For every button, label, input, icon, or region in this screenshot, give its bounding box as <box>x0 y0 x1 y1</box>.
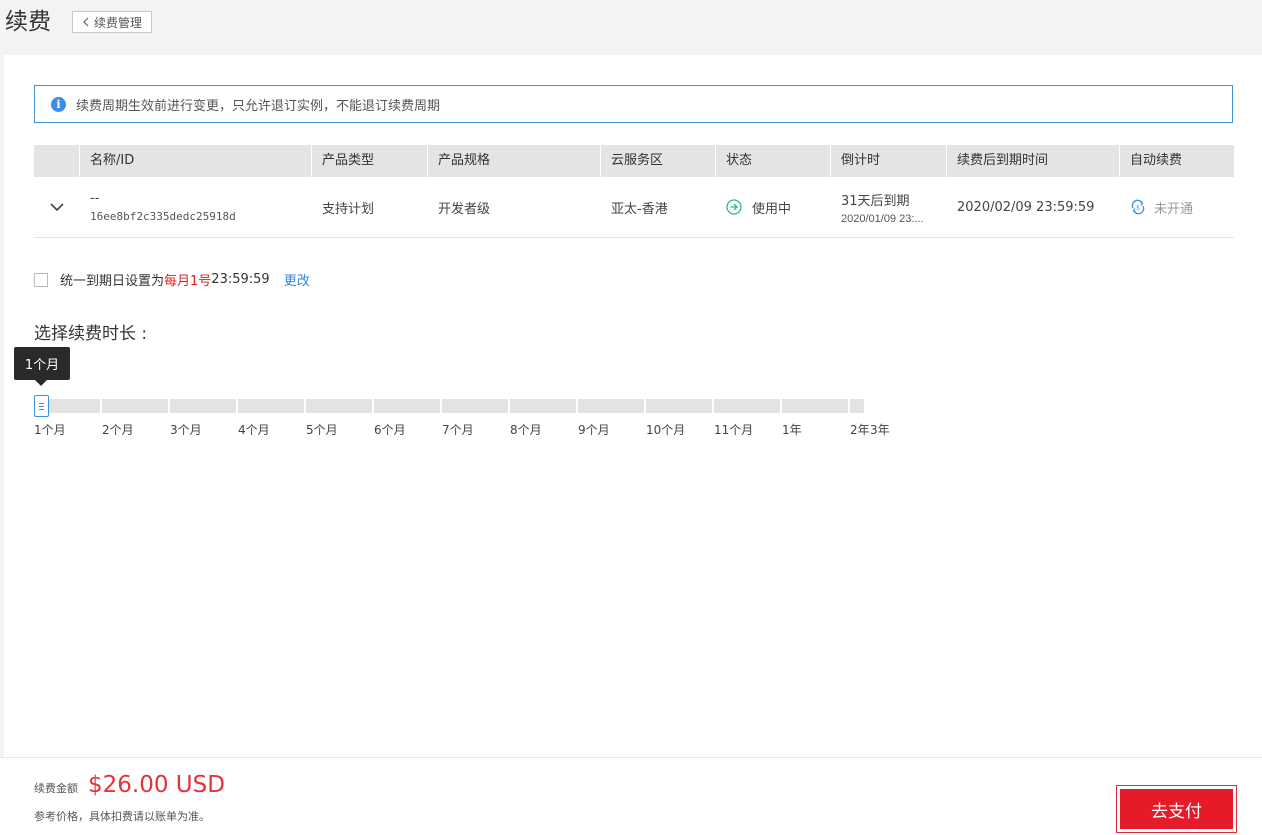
header-status: 状态 <box>716 145 831 177</box>
notice-banner: i 续费周期生效前进行变更，只允许退订实例，不能退订续费周期 <box>34 85 1233 123</box>
duration-option-label[interactable]: 8个月 <box>510 421 542 438</box>
slider-segment[interactable] <box>510 399 576 413</box>
table-header: 名称/ID 产品类型 产品规格 云服务区 状态 倒计时 续费后到期时间 自动续费 <box>34 145 1234 177</box>
duration-option-label[interactable]: 1年 <box>782 421 802 438</box>
slider-segment[interactable] <box>102 399 168 413</box>
unify-expire-date: 统一到期日设置为 每月1号 23:59:59 更改 <box>34 270 310 289</box>
header-product-type: 产品类型 <box>312 145 428 177</box>
duration-option-label[interactable]: 7个月 <box>442 421 474 438</box>
header-auto-renew: 自动续费 <box>1130 153 1183 168</box>
header-name-id: 名称/ID <box>80 145 312 177</box>
status-value: 使用中 <box>752 201 792 217</box>
product-type-value: 支持计划 <box>322 201 375 217</box>
unify-highlight: 每月1号 <box>164 274 212 289</box>
status-active-icon <box>726 199 742 215</box>
countdown-date: 2020/01/09 23:... <box>841 212 924 225</box>
spec-value: 开发者级 <box>438 201 491 217</box>
duration-option-label[interactable]: 6个月 <box>374 421 406 438</box>
slider-segment[interactable] <box>578 399 644 413</box>
cell-product-type: 支持计划 <box>312 177 428 237</box>
header-expire-after: 续费后到期时间 <box>947 145 1120 177</box>
back-button-label: 续费管理 <box>93 15 142 30</box>
footer-bar: 续费金额 $26.00 USD 参考价格，具体扣费请以账单为准。 去支付 <box>0 757 1262 835</box>
duration-title: 选择续费时长 : <box>34 324 148 344</box>
slider-segment[interactable] <box>306 399 372 413</box>
duration-tooltip: 1个月 <box>14 347 70 386</box>
cell-status: 使用中 <box>716 177 831 237</box>
auto-renew-value: 未开通 <box>1154 201 1194 217</box>
duration-slider[interactable] <box>34 395 934 417</box>
page-title: 续费 <box>5 9 51 35</box>
cell-spec: 开发者级 <box>428 177 601 237</box>
countdown-value: 31天后到期 <box>841 193 910 209</box>
duration-option-label[interactable]: 11个月 <box>714 421 753 438</box>
duration-option-label[interactable]: 3个月 <box>170 421 202 438</box>
slider-segment[interactable] <box>850 399 864 413</box>
cell-expire-after: 2020/02/09 23:59:59 <box>947 177 1120 237</box>
slider-segment[interactable] <box>170 399 236 413</box>
info-icon: i <box>51 96 66 112</box>
fee-note: 参考价格，具体扣费请以账单为准。 <box>34 810 210 823</box>
duration-option-label[interactable]: 3年 <box>870 421 890 438</box>
expire-after-value: 2020/02/09 23:59:59 <box>957 199 1095 215</box>
cell-auto-renew: $ 未开通 <box>1120 177 1234 237</box>
expand-toggle[interactable] <box>34 177 80 237</box>
fee-amount: $26.00 USD <box>88 772 225 798</box>
slider-segment[interactable] <box>238 399 304 413</box>
instance-id: 16ee8bf2c335dedc25918d <box>90 210 236 223</box>
duration-option-label[interactable]: 9个月 <box>578 421 610 438</box>
auto-renew-icon: $ <box>1130 199 1146 215</box>
back-to-renewal-management-button[interactable]: 续费管理 <box>72 11 152 33</box>
pay-button-label: 去支付 <box>1120 789 1233 829</box>
main-panel: i 续费周期生效前进行变更，只允许退订实例，不能退订续费周期 名称/ID 产品类… <box>4 55 1262 757</box>
chevron-left-icon <box>83 17 89 27</box>
top-bar: 续费 续费管理 <box>0 0 1262 55</box>
duration-option-label[interactable]: 2年 <box>850 421 870 438</box>
slider-segment[interactable] <box>442 399 508 413</box>
duration-option-label[interactable]: 10个月 <box>646 421 685 438</box>
cell-countdown: 31天后到期 2020/01/09 23:... <box>831 177 947 237</box>
unify-expire-checkbox[interactable] <box>34 272 48 287</box>
fee-label: 续费金额 <box>34 782 78 795</box>
duration-option-label[interactable]: 5个月 <box>306 421 338 438</box>
slider-segment[interactable] <box>374 399 440 413</box>
slider-segment[interactable] <box>714 399 780 413</box>
header-expand <box>34 145 80 177</box>
slider-segment[interactable] <box>646 399 712 413</box>
slider-handle[interactable] <box>34 395 49 417</box>
duration-option-label[interactable]: 4个月 <box>238 421 270 438</box>
pay-button[interactable]: 去支付 <box>1116 785 1237 833</box>
cell-name-id: -- 16ee8bf2c335dedc25918d <box>80 177 312 237</box>
header-countdown: 倒计时 <box>831 145 947 177</box>
chevron-down-icon <box>50 202 64 211</box>
table-row: -- 16ee8bf2c335dedc25918d 支持计划 开发者级 亚太-香… <box>34 177 1234 238</box>
change-link[interactable]: 更改 <box>284 270 310 289</box>
svg-text:$: $ <box>1136 205 1140 212</box>
unify-time: 23:59:59 <box>211 272 270 287</box>
duration-option-label[interactable]: 2个月 <box>102 421 134 438</box>
header-region: 云服务区 <box>601 145 716 177</box>
instance-name: -- <box>90 191 100 206</box>
renewal-table: 名称/ID 产品类型 产品规格 云服务区 状态 倒计时 续费后到期时间 自动续费… <box>34 145 1234 238</box>
header-spec: 产品规格 <box>428 145 601 177</box>
duration-option-label[interactable]: 1个月 <box>34 421 66 438</box>
region-value: 亚太-香港 <box>611 201 668 217</box>
slider-segment[interactable] <box>782 399 848 413</box>
unify-prefix: 统一到期日设置为 <box>60 274 165 289</box>
notice-text: 续费周期生效前进行变更，只允许退订实例，不能退订续费周期 <box>76 98 441 114</box>
cell-region: 亚太-香港 <box>601 177 716 237</box>
